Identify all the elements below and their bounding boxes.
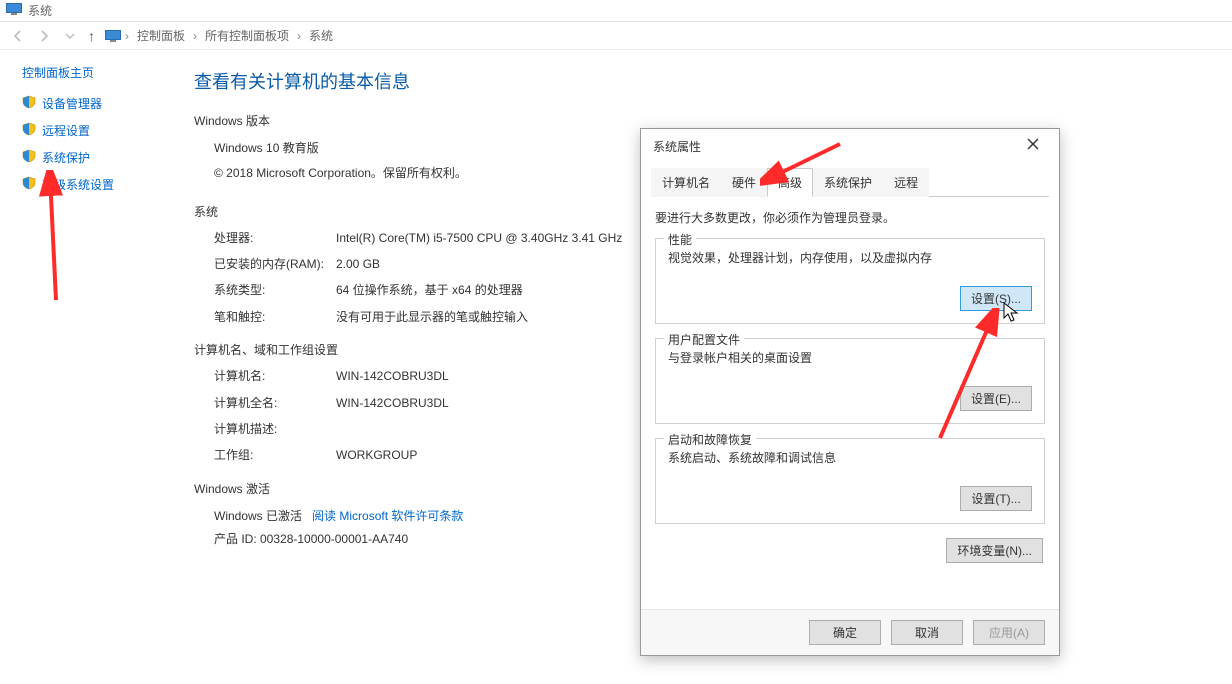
admin-note: 要进行大多数更改，你必须作为管理员登录。 (655, 209, 1045, 226)
computer-desc-label: 计算机描述: (214, 419, 336, 439)
tab-system-protection[interactable]: 系统保护 (813, 168, 883, 197)
startup-recovery-group: 启动和故障恢复 系统启动、系统故障和调试信息 设置(T)... (655, 438, 1045, 524)
pen-touch-label: 笔和触控: (214, 307, 336, 327)
env-variables-button[interactable]: 环境变量(N)... (946, 538, 1043, 563)
window-title: 系统 (28, 2, 52, 19)
nav-bar: ↑ › 控制面板 › 所有控制面板项 › 系统 (0, 22, 1232, 50)
sidebar: 控制面板主页 设备管理器 远程设置 系统保护 高级系统设置 (0, 50, 170, 684)
cpu-value: Intel(R) Core(TM) i5-7500 CPU @ 3.40GHz … (336, 228, 622, 248)
system-type-value: 64 位操作系统，基于 x64 的处理器 (336, 280, 523, 300)
sidebar-remote-settings[interactable]: 远程设置 (22, 122, 160, 139)
breadcrumb-item-0[interactable]: 控制面板 (133, 25, 189, 46)
tab-hardware[interactable]: 硬件 (721, 168, 767, 197)
performance-legend: 性能 (664, 231, 696, 248)
shield-icon (22, 122, 36, 139)
recent-dropdown[interactable] (62, 28, 78, 44)
breadcrumb-sep: › (293, 29, 305, 43)
breadcrumb-icon (105, 29, 121, 43)
shield-icon (22, 95, 36, 112)
system-type-label: 系统类型: (214, 280, 336, 300)
control-panel-home-link[interactable]: 控制面板主页 (22, 64, 160, 81)
workgroup-label: 工作组: (214, 445, 336, 465)
apply-button[interactable]: 应用(A) (973, 620, 1045, 645)
performance-desc: 视觉效果，处理器计划，内存使用，以及虚拟内存 (668, 249, 1032, 266)
title-bar: 系统 (0, 0, 1232, 22)
user-profile-desc: 与登录帐户相关的桌面设置 (668, 349, 1032, 366)
breadcrumb-item-2[interactable]: 系统 (305, 25, 337, 46)
sidebar-item-label: 设备管理器 (42, 95, 102, 112)
ram-value: 2.00 GB (336, 254, 380, 274)
sidebar-advanced-system-settings[interactable]: 高级系统设置 (22, 176, 160, 193)
dialog-close-button[interactable] (1019, 137, 1047, 155)
ram-label: 已安装的内存(RAM): (214, 254, 336, 274)
cancel-button[interactable]: 取消 (891, 620, 963, 645)
shield-icon (22, 176, 36, 193)
user-profile-group: 用户配置文件 与登录帐户相关的桌面设置 设置(E)... (655, 338, 1045, 424)
forward-button[interactable] (36, 28, 52, 44)
dialog-tabs: 计算机名 硬件 高级 系统保护 远程 (651, 167, 1049, 197)
user-profile-legend: 用户配置文件 (664, 331, 744, 348)
performance-settings-button[interactable]: 设置(S)... (960, 286, 1032, 311)
page-heading: 查看有关计算机的基本信息 (194, 68, 1212, 94)
workgroup-value: WORKGROUP (336, 445, 417, 465)
shield-icon (22, 149, 36, 166)
tab-remote[interactable]: 远程 (883, 168, 929, 197)
license-terms-link[interactable]: 阅读 Microsoft 软件许可条款 (312, 509, 463, 523)
tab-advanced[interactable]: 高级 (767, 168, 813, 197)
user-profile-settings-button[interactable]: 设置(E)... (960, 386, 1032, 411)
system-icon (6, 3, 22, 18)
sidebar-item-label: 远程设置 (42, 122, 90, 139)
activation-status: Windows 已激活 (214, 509, 302, 523)
up-button[interactable]: ↑ (88, 28, 95, 44)
sidebar-item-label: 高级系统设置 (42, 176, 114, 193)
computer-name-value: WIN-142COBRU3DL (336, 366, 449, 386)
system-properties-dialog: 系统属性 计算机名 硬件 高级 系统保护 远程 要进行大多数更改，你必须作为管理… (640, 128, 1060, 656)
computer-full-label: 计算机全名: (214, 393, 336, 413)
tab-computer-name[interactable]: 计算机名 (651, 168, 721, 197)
breadcrumb: › 控制面板 › 所有控制面板项 › 系统 (105, 25, 337, 46)
dialog-title-text: 系统属性 (653, 138, 701, 155)
cpu-label: 处理器: (214, 228, 336, 248)
breadcrumb-sep: › (121, 29, 133, 43)
performance-group: 性能 视觉效果，处理器计划，内存使用，以及虚拟内存 设置(S)... (655, 238, 1045, 324)
computer-name-label: 计算机名: (214, 366, 336, 386)
breadcrumb-sep: › (189, 29, 201, 43)
startup-desc: 系统启动、系统故障和调试信息 (668, 449, 1032, 466)
sidebar-item-label: 系统保护 (42, 149, 90, 166)
startup-legend: 启动和故障恢复 (664, 431, 756, 448)
ok-button[interactable]: 确定 (809, 620, 881, 645)
section-windows-edition: Windows 版本 (194, 112, 1212, 129)
sidebar-device-manager[interactable]: 设备管理器 (22, 95, 160, 112)
computer-full-value: WIN-142COBRU3DL (336, 393, 449, 413)
startup-settings-button[interactable]: 设置(T)... (960, 486, 1032, 511)
sidebar-system-protection[interactable]: 系统保护 (22, 149, 160, 166)
back-button[interactable] (10, 28, 26, 44)
breadcrumb-item-1[interactable]: 所有控制面板项 (201, 25, 293, 46)
pen-touch-value: 没有可用于此显示器的笔或触控输入 (336, 307, 528, 327)
